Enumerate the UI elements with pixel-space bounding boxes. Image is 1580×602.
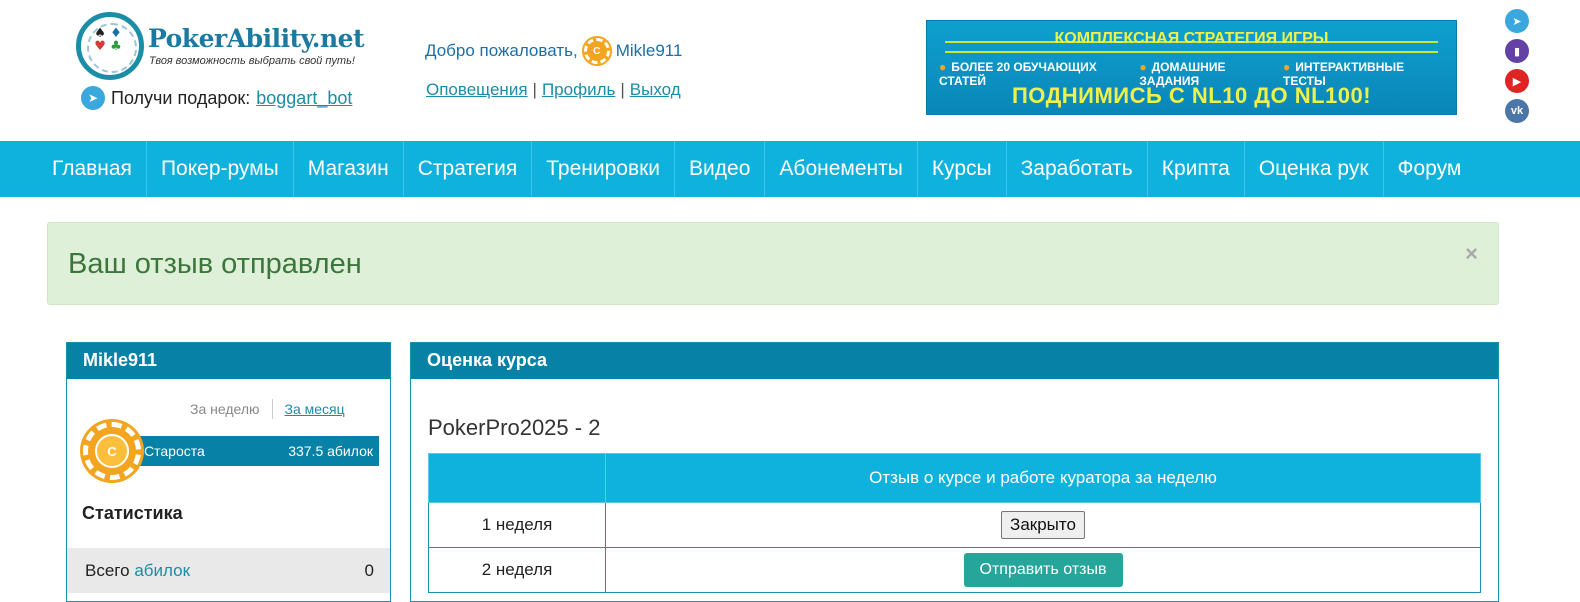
telegram-icon: ➤ bbox=[81, 86, 105, 110]
nav-poker-rooms[interactable]: Покер-румы bbox=[147, 141, 294, 197]
table-header-feedback: Отзыв о курсе и работе куратора за недел… bbox=[605, 453, 1481, 503]
course-panel: Оценка курса PokerPro2025 - 2 Отзыв о ку… bbox=[410, 342, 1499, 602]
main-nav: Главная Покер-румы Магазин Стратегия Тре… bbox=[0, 141, 1580, 197]
site-logo[interactable]: ♠ ♦ ♥ ♣ PokerAbility.net Твоя возможность… bbox=[76, 12, 376, 84]
welcome-greeting: Добро пожаловать, bbox=[425, 41, 578, 60]
week-cell: 1 неделя bbox=[428, 502, 606, 548]
stat-label-prefix: Всего bbox=[85, 560, 130, 580]
vk-icon[interactable]: vk bbox=[1505, 99, 1529, 123]
rank-points: 337.5 абилок bbox=[288, 443, 373, 459]
alert-message: Ваш отзыв отправлен bbox=[68, 248, 362, 280]
rank-bar: Староста 337.5 абилок bbox=[112, 436, 379, 466]
stat-label-link[interactable]: абилок bbox=[134, 561, 190, 580]
period-divider bbox=[271, 399, 273, 419]
gift-bot-link[interactable]: boggart_bot bbox=[256, 88, 352, 109]
nav-crypto[interactable]: Крипта bbox=[1148, 141, 1245, 197]
banner-divider bbox=[945, 51, 1438, 53]
social-links: ➤ ▮ ▶ vk bbox=[1505, 9, 1529, 123]
logo-tagline: Твоя возможность выбрать свой путь! bbox=[149, 55, 355, 67]
welcome-line: Добро пожаловать, C Mikle911 bbox=[425, 36, 683, 66]
banner-cta: ПОДНИМИСЬ С NL10 ДО NL100! bbox=[1011, 83, 1372, 108]
close-icon[interactable]: × bbox=[1465, 241, 1478, 267]
nav-trainings[interactable]: Тренировки bbox=[532, 141, 676, 197]
profile-link[interactable]: Профиль bbox=[542, 80, 615, 99]
period-month[interactable]: За месяц bbox=[285, 401, 345, 419]
card-suits-icon: ♠ ♦ ♥ ♣ bbox=[94, 26, 122, 54]
rank-name: Староста bbox=[144, 443, 205, 459]
stat-label: Всего абилок bbox=[85, 561, 190, 581]
nav-forum[interactable]: Форум bbox=[1384, 141, 1476, 197]
telegram-icon[interactable]: ➤ bbox=[1505, 9, 1529, 33]
feedback-table: Отзыв о курсе и работе куратора за недел… bbox=[428, 453, 1481, 593]
logo-title: PokerAbility.net bbox=[148, 24, 365, 53]
course-name: PokerPro2025 - 2 bbox=[428, 415, 601, 440]
welcome-username: Mikle911 bbox=[615, 41, 683, 60]
action-cell: Отправить отзыв bbox=[605, 547, 1481, 593]
stat-row: Всего абилок 0 bbox=[67, 548, 390, 593]
user-panel-title: Mikle911 bbox=[67, 343, 390, 379]
twitch-icon[interactable]: ▮ bbox=[1505, 39, 1529, 63]
user-links: Оповещения | Профиль | Выход bbox=[426, 80, 681, 99]
rank-chip-icon: C bbox=[83, 422, 141, 480]
period-week[interactable]: За неделю bbox=[190, 401, 260, 419]
table-header-week bbox=[428, 453, 606, 503]
period-switch: За неделю За месяц bbox=[190, 399, 345, 419]
nav-courses[interactable]: Курсы bbox=[918, 141, 1007, 197]
table-header-row: Отзыв о курсе и работе куратора за недел… bbox=[428, 453, 1481, 503]
nav-hand-review[interactable]: Оценка рук bbox=[1245, 141, 1384, 197]
table-row: 2 неделя Отправить отзыв bbox=[428, 547, 1481, 593]
closed-button[interactable]: Закрыто bbox=[1001, 511, 1085, 539]
send-feedback-button[interactable]: Отправить отзыв bbox=[963, 553, 1123, 587]
nav-video[interactable]: Видео bbox=[675, 141, 766, 197]
gift-line: ➤ Получи подарок: boggart_bot bbox=[81, 86, 352, 110]
week-cell: 2 неделя bbox=[428, 547, 606, 593]
nav-subscriptions[interactable]: Абонементы bbox=[765, 141, 918, 197]
site-header: ♠ ♦ ♥ ♣ PokerAbility.net Твоя возможность… bbox=[0, 0, 1580, 141]
youtube-icon[interactable]: ▶ bbox=[1505, 69, 1529, 93]
chip-letter: C bbox=[95, 434, 129, 468]
success-alert: Ваш отзыв отправлен × bbox=[47, 222, 1499, 305]
nav-home[interactable]: Главная bbox=[38, 141, 147, 197]
stat-value: 0 bbox=[364, 560, 374, 580]
user-panel: Mikle911 За неделю За месяц C Староста 3… bbox=[66, 342, 391, 602]
gift-label: Получи подарок: bbox=[111, 87, 251, 108]
action-cell: Закрыто bbox=[605, 502, 1481, 548]
rank-chip-icon: C bbox=[581, 36, 612, 66]
promo-banner[interactable]: КОМПЛЕКСНАЯ СТРАТЕГИЯ ИГРЫ БОЛЕЕ 20 ОБУЧ… bbox=[926, 20, 1457, 115]
table-row: 1 неделя Закрыто bbox=[428, 502, 1481, 548]
stats-title: Статистика bbox=[82, 503, 183, 523]
nav-shop[interactable]: Магазин bbox=[294, 141, 404, 197]
logout-link[interactable]: Выход bbox=[630, 80, 681, 99]
course-panel-title: Оценка курса bbox=[411, 343, 1498, 379]
nav-strategy[interactable]: Стратегия bbox=[404, 141, 533, 197]
banner-title: КОМПЛЕКСНАЯ СТРАТЕГИЯ ИГРЫ bbox=[1054, 30, 1329, 47]
notifications-link[interactable]: Оповещения bbox=[426, 80, 528, 99]
nav-earn[interactable]: Заработать bbox=[1007, 141, 1148, 197]
